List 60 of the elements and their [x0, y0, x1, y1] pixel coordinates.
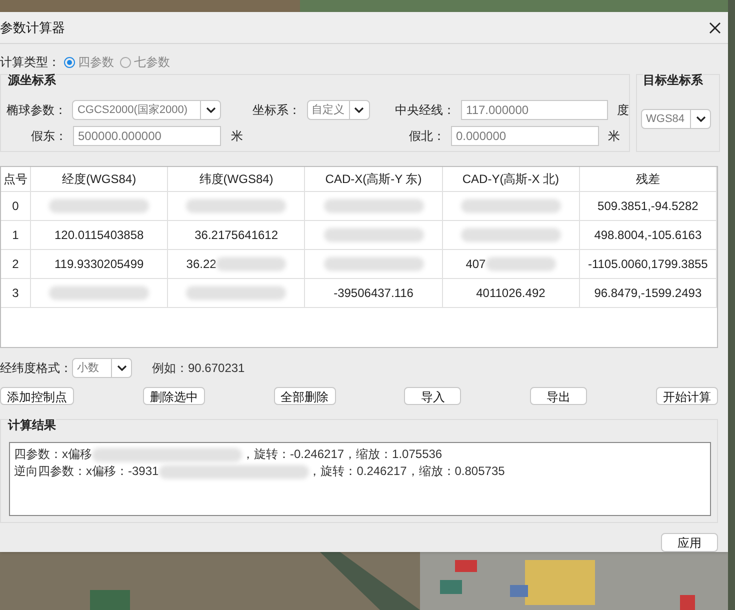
table-cell: 2 [1, 250, 31, 278]
chevron-icon [354, 107, 364, 113]
column-header: 点号 [1, 167, 31, 191]
calc-type-label: 计算类型： [0, 54, 60, 71]
radio-option[interactable]: 四参数 [64, 53, 114, 71]
action-button[interactable]: 删除选中 [142, 387, 205, 405]
result-line: 四参数：x偏移 ，旋转：-0.246217，缩放：1.075536 [14, 446, 444, 463]
chevron-icon [696, 116, 706, 122]
table-cell: 1 [1, 221, 31, 249]
action-button[interactable]: 全部删除 [274, 387, 336, 405]
action-button[interactable]: 导出 [530, 387, 588, 405]
unit-label: 米 [231, 129, 243, 143]
chevron-icon [206, 107, 216, 113]
column-header: CAD-X(高斯-Y 东) [305, 167, 443, 191]
table-cell: 36.2175641612 [168, 221, 306, 249]
group-title: 计算结果 [8, 416, 56, 434]
table-cell: 36.22 [168, 250, 306, 278]
close-icon[interactable] [709, 22, 721, 34]
table-cell: 119.9330205499 [31, 250, 168, 278]
dropdown[interactable]: CGCS2000(国家2000) [72, 100, 222, 120]
table-cell: -39506437.116 [305, 279, 443, 307]
table-cell: 498.8004,-105.6163 [580, 221, 718, 249]
result-line: 逆向四参数：x偏移：-3931 ，旋转：0.246217，缩放：0.805735 [14, 463, 506, 480]
group-title: 目标坐标系 [643, 71, 703, 89]
dropdown[interactable]: 小数 [72, 358, 132, 378]
column-header: CAD-Y(高斯-X 北) [442, 167, 580, 191]
apply-button[interactable]: 应用 [661, 533, 718, 552]
field-label: 椭球参数： [5, 102, 66, 119]
table-cell: 0 [1, 192, 31, 220]
action-button[interactable]: 导入 [404, 387, 462, 405]
example-text: 例如：90.670231 [152, 360, 245, 377]
field-label: 中央经线： [394, 102, 456, 119]
group-title: 源坐标系 [8, 71, 56, 89]
input-field[interactable]: 117.000000 [461, 100, 608, 120]
field-label: 坐标系： [252, 102, 301, 119]
column-header: 经度(WGS84) [31, 167, 168, 191]
table-cell: 3 [1, 279, 31, 307]
action-button[interactable]: 添加控制点 [0, 387, 74, 405]
table-cell: 407 [442, 250, 580, 278]
chevron-icon [116, 365, 126, 371]
input-field[interactable]: 500000.000000 [73, 126, 221, 146]
column-header: 纬度(WGS84) [168, 167, 306, 191]
field-label: 假东： [30, 128, 67, 145]
column-header: 残差 [580, 167, 718, 191]
window-title: 参数计算器 [0, 18, 65, 37]
table-cell: 96.8479,-1599.2493 [580, 279, 718, 307]
radio-option[interactable]: 七参数 [120, 53, 170, 71]
input-field[interactable]: 0.000000 [451, 126, 599, 146]
result-text-area[interactable]: 四参数：x偏移 ，旋转：-0.246217，缩放：1.075536 逆向四参数：x偏移：-3931 ，旋转：0.246217，缩放：0.805735 [9, 442, 711, 516]
dropdown[interactable]: 自定义 [306, 100, 370, 120]
format-label: 经纬度格式： [0, 360, 72, 377]
unit-label: 度 [616, 103, 629, 117]
action-button[interactable]: 开始计算 [656, 387, 718, 405]
dropdown[interactable]: WGS84 [641, 109, 711, 129]
table-cell: 509.3851,-94.5282 [580, 192, 718, 220]
field-label: 假北： [408, 128, 445, 145]
table-cell: -1105.0060,1799.3855 [580, 250, 718, 278]
table-cell: 4011026.492 [442, 279, 580, 307]
unit-label: 米 [608, 129, 620, 143]
table-cell: 120.0115403858 [31, 221, 168, 249]
